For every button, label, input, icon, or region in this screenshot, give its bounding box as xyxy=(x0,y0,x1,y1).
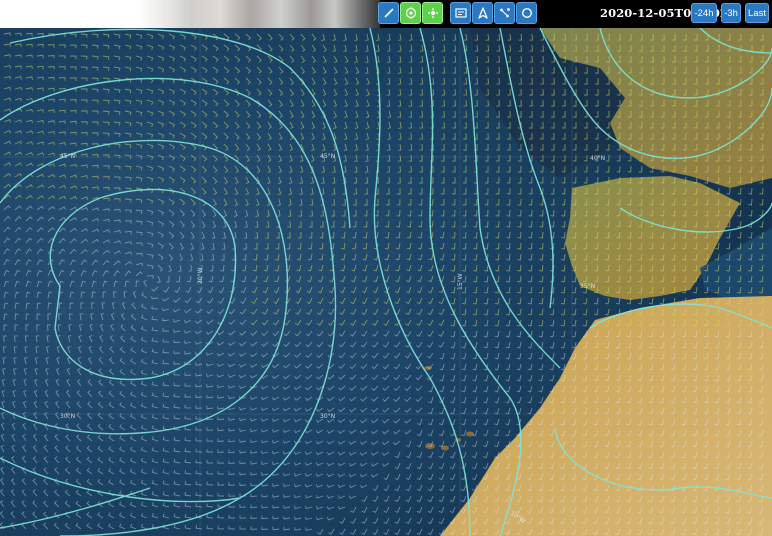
compass-button[interactable] xyxy=(400,2,421,24)
line-draw-button[interactable] xyxy=(378,2,399,24)
lat-label: 30°N xyxy=(320,413,335,420)
waypoints-button[interactable] xyxy=(494,2,515,24)
lat-label: 45°N xyxy=(60,153,75,160)
lat-label: 30°N xyxy=(60,413,75,420)
header-banner xyxy=(0,0,380,28)
circle-icon xyxy=(521,7,532,19)
lat-label: 40°N xyxy=(590,155,605,162)
compass-icon xyxy=(405,7,416,19)
circle-tool-button[interactable] xyxy=(516,2,537,24)
weather-map[interactable]: 45°N 45°N 40°N 35°N 30°N 30°N 20°W 15°W … xyxy=(0,28,772,536)
lat-label: 35°N xyxy=(580,283,595,290)
lat-label: 45°N xyxy=(320,153,335,160)
layer-panel-icon xyxy=(454,8,467,18)
target-icon xyxy=(427,8,438,18)
last-button[interactable]: Last xyxy=(745,3,769,23)
lon-label: 20°W xyxy=(197,267,204,284)
waypoints-icon xyxy=(499,8,510,18)
top-toolbar: 2020-12-05T00:00Z -24h -3h Last xyxy=(0,0,772,28)
layer-panel-button[interactable] xyxy=(450,2,471,24)
route-arrow-icon xyxy=(477,7,488,19)
back-24h-button[interactable]: -24h xyxy=(691,3,717,23)
back-3h-button[interactable]: -3h xyxy=(721,3,741,23)
weather-map-app: 2020-12-05T00:00Z -24h -3h Last 45°N 45°… xyxy=(0,0,772,536)
map-canvas[interactable]: 45°N 45°N 40°N 35°N 30°N 30°N 20°W 15°W … xyxy=(0,28,772,536)
lon-label: 15°W xyxy=(457,273,464,290)
target-button[interactable] xyxy=(422,2,443,24)
line-draw-icon xyxy=(383,8,394,18)
route-button[interactable] xyxy=(472,2,493,24)
tool-group xyxy=(378,2,537,24)
